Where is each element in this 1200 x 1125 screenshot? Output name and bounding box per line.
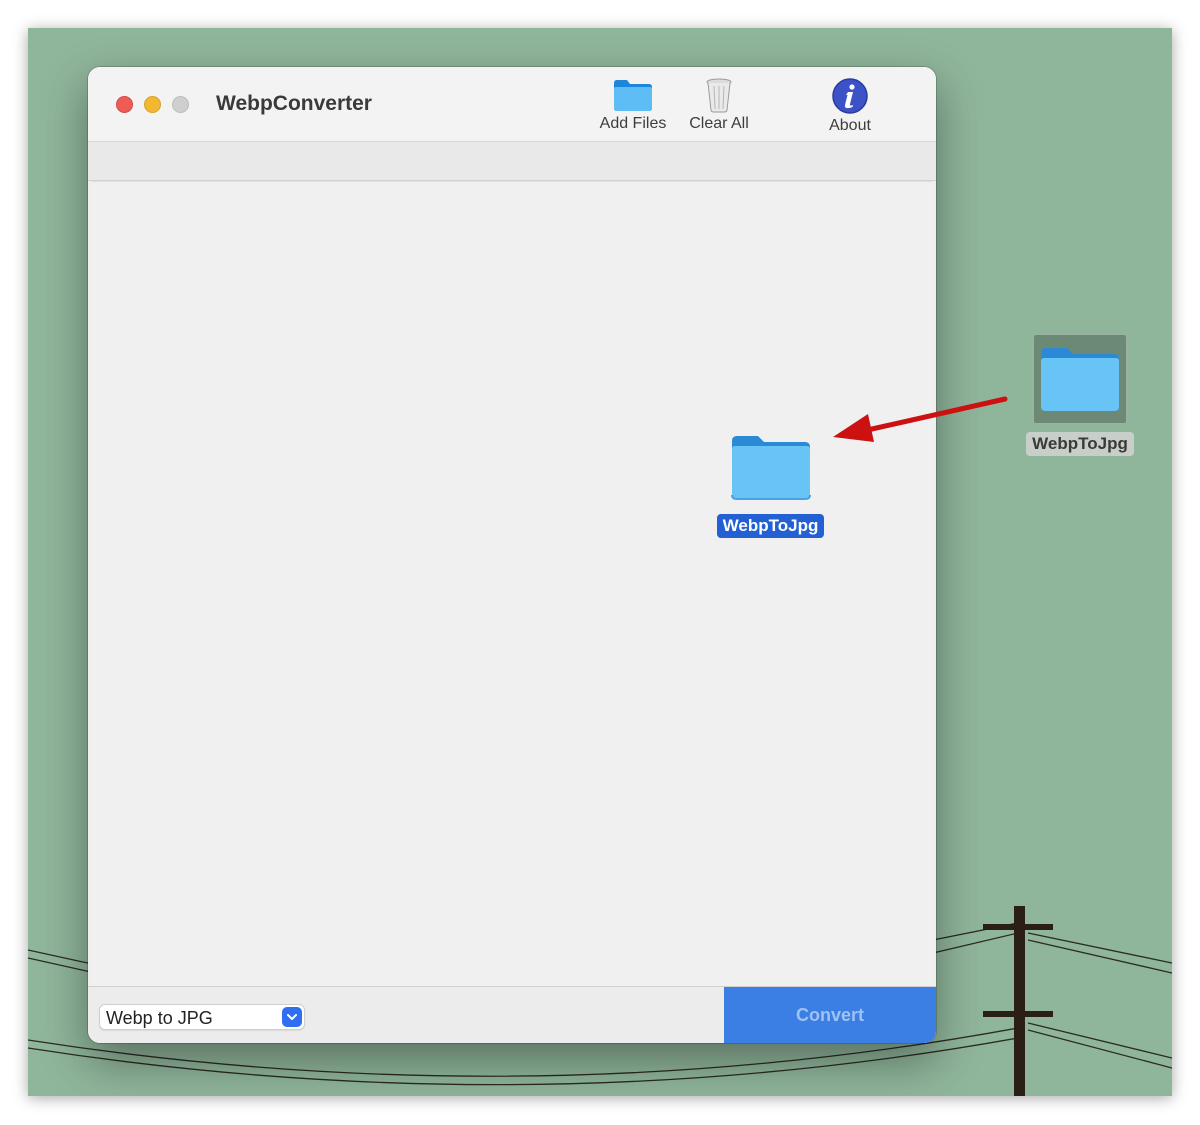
about-button[interactable]: About <box>810 77 890 135</box>
trash-icon <box>706 78 732 113</box>
info-icon <box>832 78 868 114</box>
about-label: About <box>829 117 871 134</box>
close-window-button[interactable] <box>116 96 133 113</box>
folder-icon <box>1041 348 1119 411</box>
minimize-window-button[interactable] <box>144 96 161 113</box>
dragged-folder-label: WebpToJpg <box>716 514 825 538</box>
clear-all-label: Clear All <box>689 115 749 132</box>
app-window: WebpConverter Add Files Clear All About … <box>88 67 936 1043</box>
chevron-down-icon[interactable] <box>282 1007 302 1027</box>
desktop-folder-label: WebpToJpg <box>1026 432 1134 456</box>
format-select[interactable]: Webp to JPG <box>99 1004 305 1030</box>
dragged-folder[interactable]: WebpToJpg <box>715 433 826 538</box>
clear-all-button[interactable]: Clear All <box>680 77 758 133</box>
bottom-bar: Webp to JPG Convert <box>88 986 936 1043</box>
window-title: WebpConverter <box>216 92 372 115</box>
file-list-header <box>88 142 936 181</box>
titlebar: WebpConverter Add Files Clear All About <box>88 67 936 142</box>
format-select-value: Webp to JPG <box>106 1008 213 1028</box>
zoom-window-button[interactable] <box>172 96 189 113</box>
folder-icon <box>614 80 652 111</box>
desktop-folder[interactable]: WebpToJpg <box>1025 334 1135 456</box>
desktop-folder-selection <box>1033 334 1127 424</box>
convert-button[interactable]: Convert <box>724 987 936 1043</box>
add-files-button[interactable]: Add Files <box>590 77 676 133</box>
desktop: WebpConverter Add Files Clear All About … <box>28 28 1172 1096</box>
file-drop-area[interactable] <box>91 181 933 987</box>
add-files-label: Add Files <box>599 115 667 132</box>
folder-icon <box>730 436 811 500</box>
